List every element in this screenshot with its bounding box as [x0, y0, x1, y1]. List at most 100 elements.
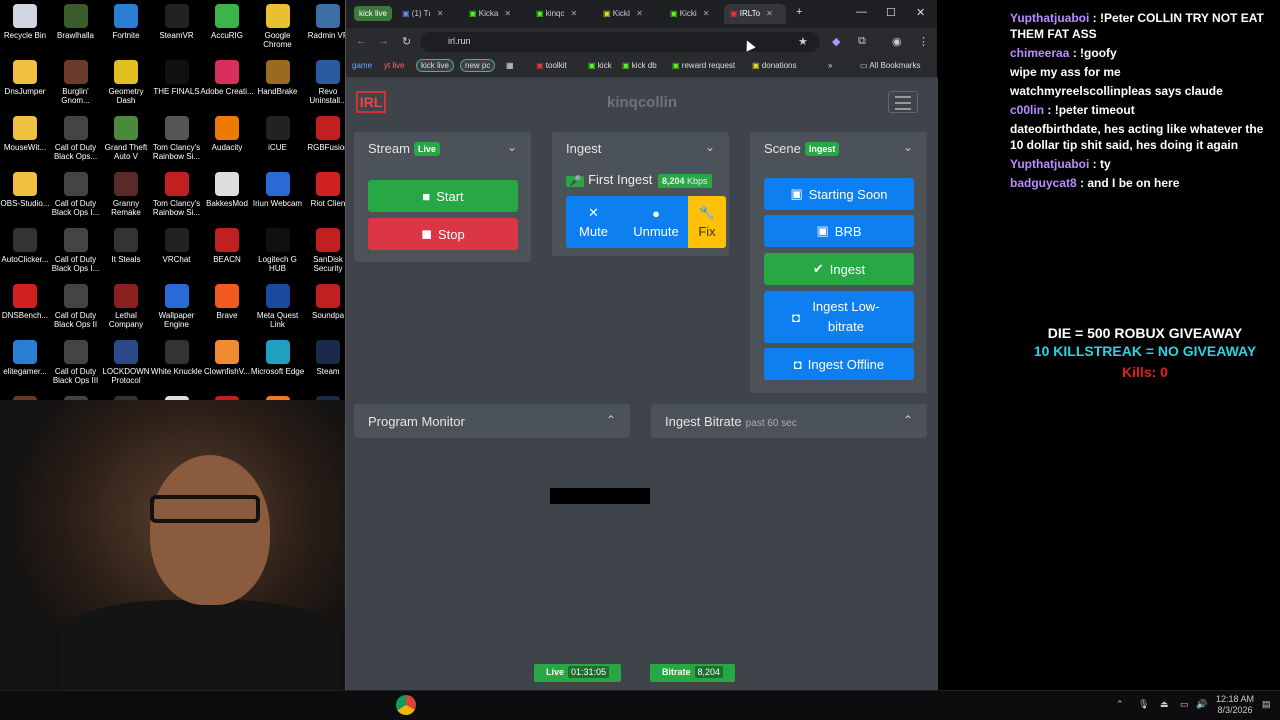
bookmark-kick-live[interactable]: kick live	[416, 59, 455, 72]
bookmark-star-icon[interactable]: ★	[798, 35, 808, 48]
desktop-icon[interactable]: Adobe Creati...	[199, 60, 255, 96]
bookmark-donations[interactable]: ▣ donations	[752, 61, 797, 70]
menu-icon[interactable]: ⋮	[918, 35, 929, 48]
desktop-icon[interactable]: Iriun Webcam	[250, 172, 306, 208]
program-monitor-header[interactable]: Program Monitor ⌃	[354, 404, 630, 438]
desktop-icon[interactable]: Brawlhalla	[48, 4, 104, 40]
notification-icon[interactable]: ▤	[1262, 699, 1271, 710]
desktop-icon[interactable]: Tom Clancy's Rainbow Si...	[149, 116, 205, 161]
desktop-icon[interactable]: AccuRIG	[199, 4, 255, 40]
chrome-taskbar-icon[interactable]	[396, 695, 416, 715]
stream-card-header[interactable]: Stream Live ⌄	[354, 132, 531, 164]
bookmark-game[interactable]: game	[352, 61, 372, 70]
chevron-down-icon[interactable]: ⌄	[507, 140, 517, 154]
desktop-icon[interactable]: Google Chrome	[250, 4, 306, 49]
desktop-icon[interactable]: MouseWit...	[0, 116, 53, 152]
desktop-icon[interactable]: Lethal Company	[98, 284, 154, 329]
desktop-icon[interactable]: elitegamer...	[0, 340, 53, 376]
desktop-icon[interactable]: Grand Theft Auto V	[98, 116, 154, 161]
desktop-icon[interactable]: Brave	[199, 284, 255, 320]
tray-overflow-icon[interactable]: ⌃	[1116, 699, 1124, 710]
desktop-icon[interactable]: Soundpa	[300, 284, 345, 320]
desktop-icon[interactable]: OBS-Studio...	[0, 172, 53, 208]
desktop-icon[interactable]: Call of Duty Black Ops III	[48, 340, 104, 385]
desktop-icon[interactable]: iCUE	[250, 116, 306, 152]
desktop-icon[interactable]: BEACN	[199, 228, 255, 264]
maximize-icon[interactable]: ☐	[886, 6, 896, 19]
tab-irl-active[interactable]: ▣ IRLTo ✕	[724, 4, 786, 24]
desktop-icon[interactable]: BakkesMod	[199, 172, 255, 208]
stop-stream-button[interactable]: ◼ Stop	[368, 218, 518, 250]
all-bookmarks[interactable]: ▭ All Bookmarks	[860, 61, 920, 70]
puzzle-icon[interactable]: ⧉	[858, 35, 866, 48]
desktop-icon[interactable]: RGBFusion	[300, 116, 345, 152]
profile-icon[interactable]: ◉	[892, 35, 902, 48]
scene-ingest-button[interactable]: ✔ Ingest	[764, 253, 914, 285]
desktop-icon[interactable]: Recycle Bin	[0, 4, 53, 40]
scene-brb-button[interactable]: ▣ BRB	[764, 215, 914, 247]
volume-tray-icon[interactable]: 🔊	[1196, 699, 1207, 710]
bookmark-kick[interactable]: ▣ kick	[588, 61, 612, 70]
mute-button[interactable]: ✕ Mute	[566, 196, 621, 248]
chevron-down-icon[interactable]: ⌄	[903, 140, 913, 154]
scene-starting-soon-button[interactable]: ▣ Starting Soon	[764, 178, 914, 210]
desktop-icon[interactable]: It Steals	[98, 228, 154, 264]
bookmark-toolkit[interactable]: ▣ toolkit	[536, 61, 567, 70]
bookmarks-overflow-icon[interactable]: »	[828, 61, 832, 70]
desktop-icon[interactable]: LOCKDOWN Protocol	[98, 340, 154, 385]
desktop-icon[interactable]: HandBrake	[250, 60, 306, 96]
chevron-up-icon[interactable]: ⌃	[606, 413, 616, 427]
network-tray-icon[interactable]: ▭	[1180, 699, 1189, 710]
close-icon[interactable]: ✕	[916, 6, 925, 19]
extension-icon[interactable]: ◆	[832, 35, 840, 48]
desktop-icon[interactable]: Logitech G HUB	[250, 228, 306, 273]
start-stream-button[interactable]: ■ Start	[368, 180, 518, 212]
desktop-icon[interactable]: DnsJumper	[0, 60, 53, 96]
desktop-icon[interactable]: Call of Duty Black Ops I...	[48, 228, 104, 273]
mic-tray-icon[interactable]: 🎙	[1138, 699, 1149, 710]
ingest-bitrate-header[interactable]: Ingest Bitrate past 60 sec ⌃	[651, 404, 927, 438]
tab-2[interactable]: ▣ Kicka ✕	[463, 4, 525, 24]
tab-group-kick-live[interactable]: kick live	[354, 6, 393, 21]
scene-ingest-low-bitrate-button[interactable]: ◘ Ingest Low-bitrate	[764, 291, 914, 343]
desktop-icon[interactable]: ClownfishV...	[199, 340, 255, 376]
tab-4[interactable]: ▣ KickI ✕	[597, 4, 659, 24]
desktop-icon[interactable]: Audacity	[199, 116, 255, 152]
desktop-icon[interactable]: Burglin' Gnom...	[48, 60, 104, 105]
bookmark-kick-db[interactable]: ▣ kick db	[622, 61, 657, 70]
desktop-icon[interactable]: Microsoft Edge	[250, 340, 306, 376]
desktop-icon[interactable]: Meta Quest Link	[250, 284, 306, 329]
desktop-icon[interactable]: AutoClicker...	[0, 228, 53, 264]
desktop-icon[interactable]: SanDisk Security	[300, 228, 345, 273]
scene-card-header[interactable]: Scene Ingest ⌄	[750, 132, 927, 164]
chevron-up-icon[interactable]: ⌃	[903, 413, 913, 427]
tab-5[interactable]: ▣ Kicki ✕	[664, 4, 726, 24]
desktop-icon[interactable]: Wallpaper Engine	[149, 284, 205, 329]
desktop-icon[interactable]: Fortnite	[98, 4, 154, 40]
back-icon[interactable]: ←	[356, 35, 367, 47]
desktop-icon[interactable]: Granny Remake	[98, 172, 154, 217]
desktop-icon[interactable]: Radmin VP	[300, 4, 345, 40]
tab-3[interactable]: ▣ kinqc ✕	[530, 4, 592, 24]
forward-icon[interactable]: →	[378, 35, 389, 47]
bookmark-new-pc[interactable]: new pc	[460, 59, 496, 72]
desktop-icon[interactable]: Steam	[300, 340, 345, 376]
tab-1[interactable]: ▣ (1) Tı ✕	[396, 4, 458, 24]
desktop-icon[interactable]: Geometry Dash	[98, 60, 154, 105]
scene-ingest-offline-button[interactable]: ◘ Ingest Offline	[764, 348, 914, 380]
unmute-button[interactable]: ● Unmute	[624, 196, 688, 248]
desktop-icon[interactable]: DNSBench...	[0, 284, 53, 320]
desktop-icon[interactable]: Revo Uninstall...	[300, 60, 345, 105]
desktop-icon[interactable]: Call of Duty Black Ops I...	[48, 172, 104, 217]
desktop-icon[interactable]: Tom Clancy's Rainbow Si...	[149, 172, 205, 217]
desktop-icon[interactable]: Call of Duty Black Ops...	[48, 116, 104, 161]
bookmark-reward-request[interactable]: ▣ reward request	[672, 61, 735, 70]
url-input[interactable]: irl.run	[420, 32, 820, 52]
hamburger-menu-icon[interactable]	[888, 91, 918, 113]
desktop-icon[interactable]: SteamVR	[149, 4, 205, 40]
ingest-card-header[interactable]: Ingest ⌄	[552, 132, 729, 164]
new-tab-icon[interactable]: +	[796, 6, 802, 18]
desktop-icon[interactable]: Call of Duty Black Ops II	[48, 284, 104, 329]
desktop-icon[interactable]: Riot Clien	[300, 172, 345, 208]
clock[interactable]: 12:18 AM 8/3/2026	[1216, 694, 1254, 716]
